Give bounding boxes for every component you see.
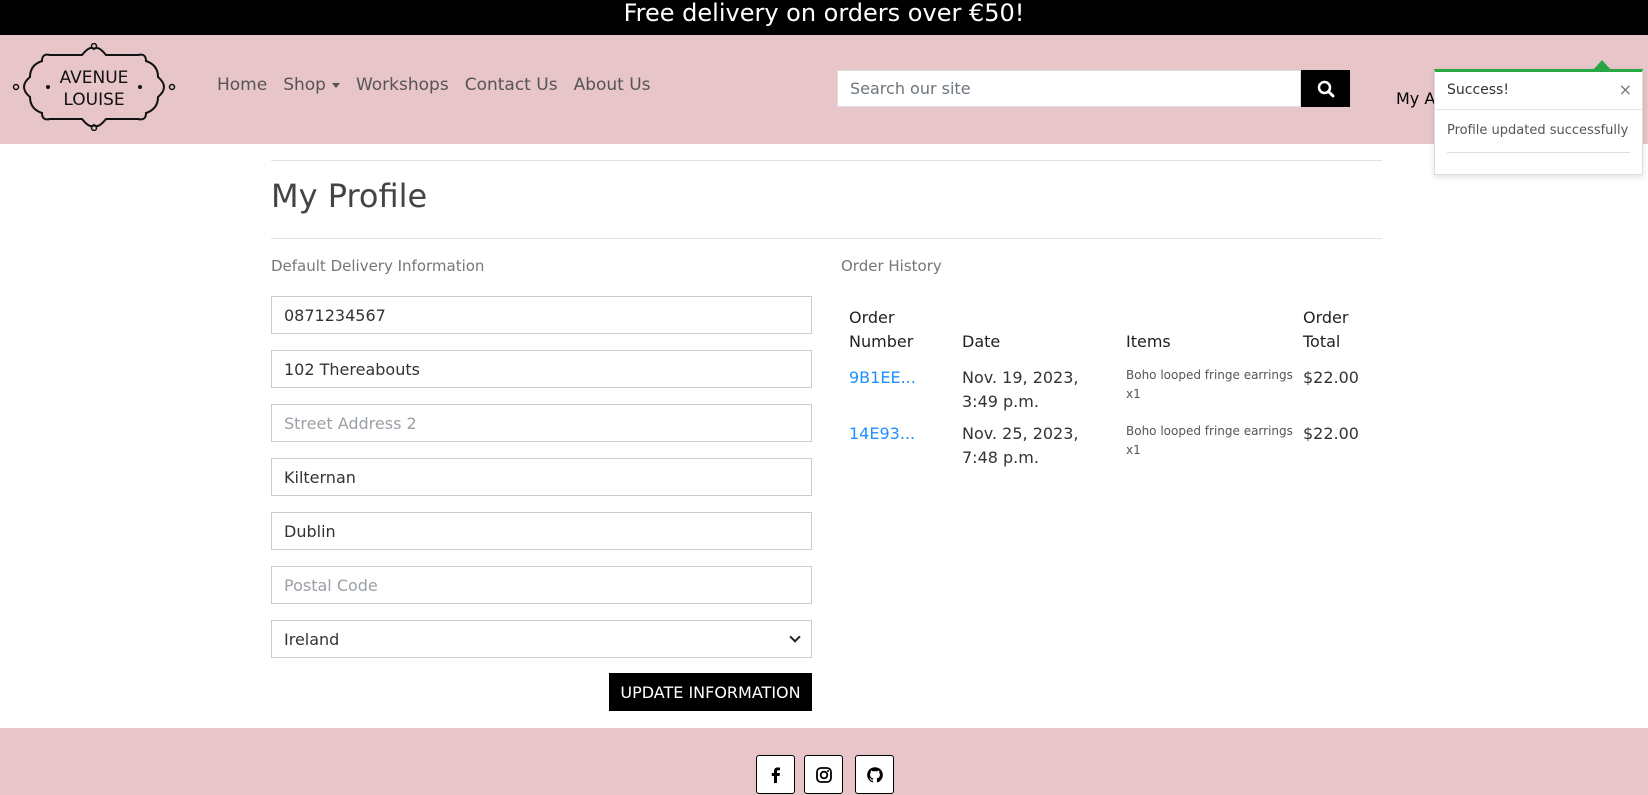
- nav-workshops[interactable]: Workshops: [356, 75, 449, 95]
- facebook-link[interactable]: [756, 755, 795, 794]
- col-order-number: Order Number: [849, 308, 914, 351]
- main-nav: Home Shop Workshops Contact Us About Us: [217, 75, 667, 95]
- nav-contact[interactable]: Contact Us: [465, 75, 558, 95]
- site-logo[interactable]: AVENUE LOUISE: [12, 42, 176, 132]
- phone-field[interactable]: [271, 296, 812, 334]
- my-account-link[interactable]: My A: [1396, 89, 1435, 108]
- col-date: Date: [962, 332, 1001, 351]
- street-address-2-field[interactable]: [271, 404, 812, 442]
- nav-shop[interactable]: Shop: [283, 75, 340, 95]
- col-items: Items: [1126, 332, 1171, 351]
- table-header-row: Order Number Date Items Order Total: [845, 302, 1365, 362]
- divider: [271, 238, 1382, 239]
- order-date-cell: Nov. 25, 2023, 7:48 p.m.: [962, 424, 1079, 467]
- order-total-cell: $22.00: [1303, 424, 1359, 443]
- toast-header: Success! ×: [1435, 72, 1642, 110]
- delivery-heading: Default Delivery Information: [271, 257, 485, 275]
- logo-frame-icon: AVENUE LOUISE: [12, 42, 176, 132]
- site-footer: [0, 728, 1648, 795]
- search-input[interactable]: [837, 70, 1301, 107]
- update-information-button[interactable]: UPDATE INFORMATION: [609, 673, 812, 711]
- order-date-cell: Nov. 19, 2023, 3:49 p.m.: [962, 368, 1079, 411]
- search-button[interactable]: [1301, 70, 1350, 107]
- town-field[interactable]: [271, 458, 812, 496]
- nav-about[interactable]: About Us: [574, 75, 651, 95]
- svg-text:AVENUE: AVENUE: [60, 68, 129, 88]
- search-form: [837, 70, 1350, 107]
- order-number-cell: 14E93...: [845, 418, 958, 474]
- account-label: My A: [1396, 89, 1436, 108]
- order-number-link[interactable]: 9B1EE...: [849, 368, 916, 387]
- order-history-heading: Order History: [841, 257, 942, 275]
- page-title: My Profile: [271, 177, 428, 215]
- facebook-icon: [771, 766, 780, 783]
- promo-banner: Free delivery on orders over €50!: [0, 0, 1648, 35]
- promo-banner-text: Free delivery on orders over €50!: [623, 0, 1025, 27]
- success-toast: Success! × Profile updated successfully: [1434, 69, 1643, 175]
- country-selected: Ireland: [284, 629, 340, 649]
- site-header: AVENUE LOUISE Home Shop Workshops Contac…: [0, 35, 1648, 144]
- close-icon[interactable]: ×: [1619, 80, 1632, 99]
- search-icon: [1317, 80, 1334, 97]
- chevron-down-icon: [789, 631, 801, 643]
- svg-text:LOUISE: LOUISE: [63, 90, 124, 110]
- caret-down-icon: [331, 82, 340, 88]
- order-items-cell: Boho looped fringe earrings x1: [1126, 424, 1293, 457]
- county-field[interactable]: [271, 512, 812, 550]
- order-items-cell: Boho looped fringe earrings x1: [1126, 368, 1293, 401]
- github-link[interactable]: [855, 755, 894, 794]
- street-address-1-field[interactable]: [271, 350, 812, 388]
- nav-home[interactable]: Home: [217, 75, 267, 95]
- order-number-link[interactable]: 14E93...: [849, 424, 915, 443]
- postal-code-field[interactable]: [271, 566, 812, 604]
- instagram-link[interactable]: [804, 755, 843, 794]
- col-order-total: Order Total: [1303, 308, 1349, 351]
- divider: [271, 160, 1382, 161]
- toast-title: Success!: [1447, 82, 1509, 98]
- toast-message: Profile updated successfully: [1447, 123, 1629, 138]
- github-icon: [866, 766, 883, 782]
- toast-divider: [1447, 152, 1630, 153]
- order-number-cell: 9B1EE...: [845, 362, 958, 418]
- order-history-table: Order Number Date Items Order Total 9B1EE.…: [845, 302, 1365, 474]
- order-total-cell: $22.00: [1303, 368, 1359, 387]
- nav-shop-label: Shop: [283, 75, 326, 95]
- table-row: 9B1EE... Nov. 19, 2023, 3:49 p.m. Boho l…: [845, 362, 1365, 418]
- country-select[interactable]: Ireland: [271, 620, 812, 658]
- instagram-icon: [815, 766, 832, 783]
- table-row: 14E93... Nov. 25, 2023, 7:48 p.m. Boho l…: [845, 418, 1365, 474]
